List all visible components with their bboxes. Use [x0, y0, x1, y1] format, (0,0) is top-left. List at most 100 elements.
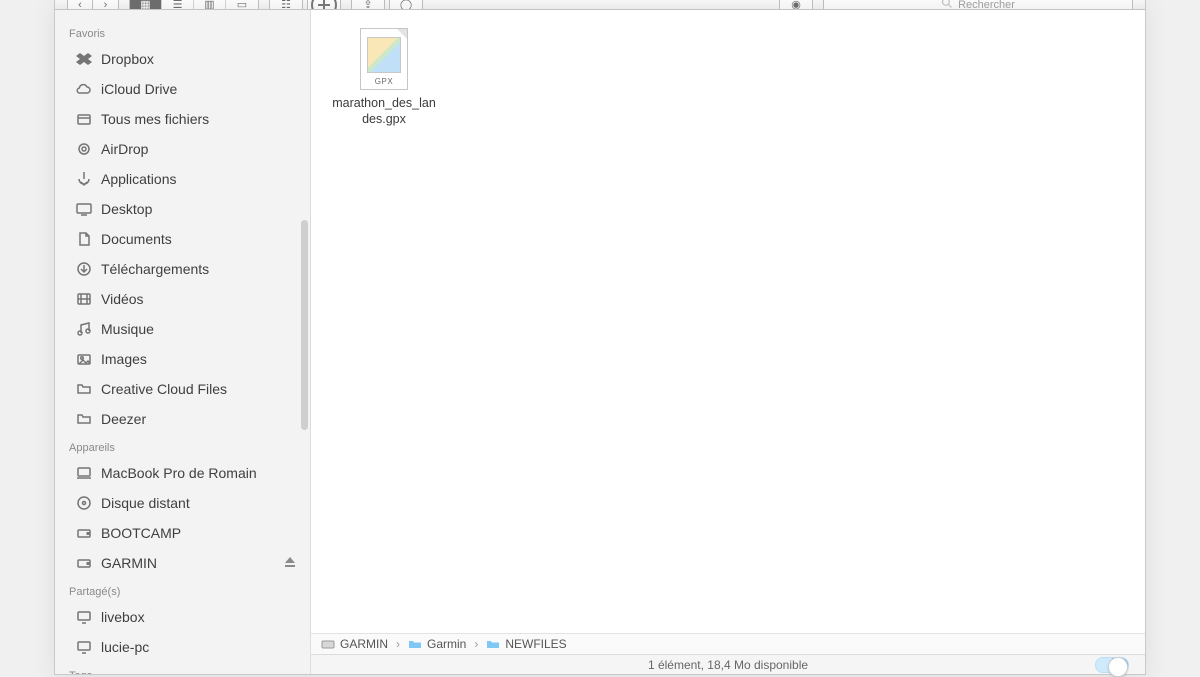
- sidebar-item-label: Applications: [101, 168, 177, 190]
- sidebar-item-label: MacBook Pro de Romain: [101, 462, 257, 484]
- sidebar-item-label: livebox: [101, 606, 145, 628]
- sidebar-item-music[interactable]: Musique: [55, 314, 310, 344]
- path-crumb-label: GARMIN: [340, 637, 388, 651]
- nav-back-button[interactable]: ‹: [67, 0, 93, 10]
- status-bar: 1 élément, 18,4 Mo disponible: [311, 654, 1145, 674]
- file-name-label: marathon_des_landes.gpx: [332, 96, 436, 127]
- sidebar-item-label: Téléchargements: [101, 258, 209, 280]
- sidebar-item-remotedisc[interactable]: Disque distant: [55, 488, 310, 518]
- sidebar-heading-devices: Appareils: [55, 434, 310, 458]
- nav-forward-button[interactable]: ›: [93, 0, 119, 10]
- sidebar-item-label: iCloud Drive: [101, 78, 177, 100]
- drive-icon: [321, 637, 335, 651]
- toolbar: ‹ › ▦ ☰ ▥ ▭ ☷ ⇪ ◯ ◉ Rechercher: [55, 0, 1145, 10]
- sidebar-item-garmin[interactable]: GARMIN: [55, 548, 310, 578]
- sidebar-item-pictures[interactable]: Images: [55, 344, 310, 374]
- sidebar-item-label: Disque distant: [101, 492, 190, 514]
- sidebar-item-luciepc[interactable]: lucie-pc: [55, 632, 310, 662]
- sidebar-item-ccfiles[interactable]: Creative Cloud Files: [55, 374, 310, 404]
- sidebar-item-bootcamp[interactable]: BOOTCAMP: [55, 518, 310, 548]
- path-crumb-label: Garmin: [427, 637, 466, 651]
- search-field[interactable]: Rechercher: [823, 0, 1133, 10]
- chevron-right-icon: ›: [392, 637, 404, 651]
- search-icon: [941, 0, 953, 10]
- view-list-button[interactable]: ☰: [162, 0, 194, 10]
- file-ext-label: GPX: [361, 77, 407, 87]
- sidebar-item-all-files[interactable]: Tous mes fichiers: [55, 104, 310, 134]
- file-grid[interactable]: GPX marathon_des_landes.gpx: [311, 10, 1145, 633]
- path-crumb-label: NEWFILES: [505, 637, 566, 651]
- sidebar-item-label: Creative Cloud Files: [101, 378, 227, 400]
- sidebar-item-desktop[interactable]: Desktop: [55, 194, 310, 224]
- sidebar-item-label: AirDrop: [101, 138, 148, 160]
- path-crumb[interactable]: GARMIN: [321, 637, 388, 651]
- quicklook-button[interactable]: ◉: [779, 0, 813, 10]
- finder-window: ‹ › ▦ ☰ ▥ ▭ ☷ ⇪ ◯ ◉ Rechercher: [54, 0, 1146, 675]
- laptop-icon: [75, 465, 93, 481]
- sidebar-item-label: Documents: [101, 228, 172, 250]
- sidebar-item-airdrop[interactable]: AirDrop: [55, 134, 310, 164]
- view-icon-button[interactable]: ▦: [130, 0, 162, 10]
- folder-icon: [408, 637, 422, 651]
- sidebar-item-label: Desktop: [101, 198, 152, 220]
- documents-icon: [75, 231, 93, 247]
- sidebar-item-label: Dropbox: [101, 48, 154, 70]
- view-mode-segmented[interactable]: ▦ ☰ ▥ ▭: [129, 0, 259, 10]
- action-button[interactable]: [307, 0, 341, 10]
- sidebar-item-icloud[interactable]: iCloud Drive: [55, 74, 310, 104]
- sidebar-item-livebox[interactable]: livebox: [55, 602, 310, 632]
- music-icon: [75, 321, 93, 337]
- sidebar-item-label: Vidéos: [101, 288, 144, 310]
- sidebar-item-dropbox[interactable]: Dropbox: [55, 44, 310, 74]
- cloud-icon: [75, 81, 93, 97]
- sidebar-item-label: Deezer: [101, 408, 146, 430]
- sidebar-item-label: Images: [101, 348, 147, 370]
- status-toggle[interactable]: [1095, 657, 1129, 673]
- file-thumbnail: GPX: [360, 28, 408, 90]
- downloads-icon: [75, 261, 93, 277]
- disc-icon: [75, 495, 93, 511]
- sidebar-item-label: Tous mes fichiers: [101, 108, 209, 130]
- chevron-right-icon: ›: [470, 637, 482, 651]
- eject-button[interactable]: [284, 552, 296, 574]
- dropbox-icon: [75, 51, 93, 67]
- sidebar: Favoris Dropbox iCloud Drive Tous mes fi…: [55, 10, 311, 674]
- sidebar-heading-tags: Tags: [55, 662, 310, 674]
- drive-icon: [75, 525, 93, 541]
- sidebar-item-label: Musique: [101, 318, 154, 340]
- sidebar-item-label: BOOTCAMP: [101, 522, 181, 544]
- path-bar: GARMIN › Garmin › NEWFILES: [311, 633, 1145, 654]
- desktop-icon: [75, 201, 93, 217]
- path-crumb[interactable]: Garmin: [408, 637, 466, 651]
- view-column-button[interactable]: ▥: [194, 0, 226, 10]
- display-icon: [75, 609, 93, 625]
- sidebar-item-macbook[interactable]: MacBook Pro de Romain: [55, 458, 310, 488]
- sidebar-item-label: lucie-pc: [101, 636, 149, 658]
- path-crumb[interactable]: NEWFILES: [486, 637, 566, 651]
- sidebar-heading-favorites: Favoris: [55, 20, 310, 44]
- file-item[interactable]: GPX marathon_des_landes.gpx: [329, 28, 439, 127]
- view-gallery-button[interactable]: ▭: [226, 0, 258, 10]
- airdrop-icon: [75, 141, 93, 157]
- sidebar-item-label: GARMIN: [101, 552, 157, 574]
- content-area: GPX marathon_des_landes.gpx GARMIN › Gar…: [311, 10, 1145, 674]
- sidebar-item-applications[interactable]: Applications: [55, 164, 310, 194]
- display-icon: [75, 639, 93, 655]
- search-placeholder: Rechercher: [958, 0, 1015, 10]
- tags-button[interactable]: ◯: [389, 0, 423, 10]
- drive-icon: [75, 555, 93, 571]
- sidebar-item-downloads[interactable]: Téléchargements: [55, 254, 310, 284]
- status-text: 1 élément, 18,4 Mo disponible: [648, 658, 808, 672]
- applications-icon: [75, 171, 93, 187]
- folder-icon: [486, 637, 500, 651]
- folder-icon: [75, 381, 93, 397]
- allfiles-icon: [75, 111, 93, 127]
- sidebar-item-deezer[interactable]: Deezer: [55, 404, 310, 434]
- movies-icon: [75, 291, 93, 307]
- sidebar-item-documents[interactable]: Documents: [55, 224, 310, 254]
- sidebar-item-movies[interactable]: Vidéos: [55, 284, 310, 314]
- folder-icon: [75, 411, 93, 427]
- share-button[interactable]: ⇪: [351, 0, 385, 10]
- pictures-icon: [75, 351, 93, 367]
- arrange-button[interactable]: ☷: [269, 0, 303, 10]
